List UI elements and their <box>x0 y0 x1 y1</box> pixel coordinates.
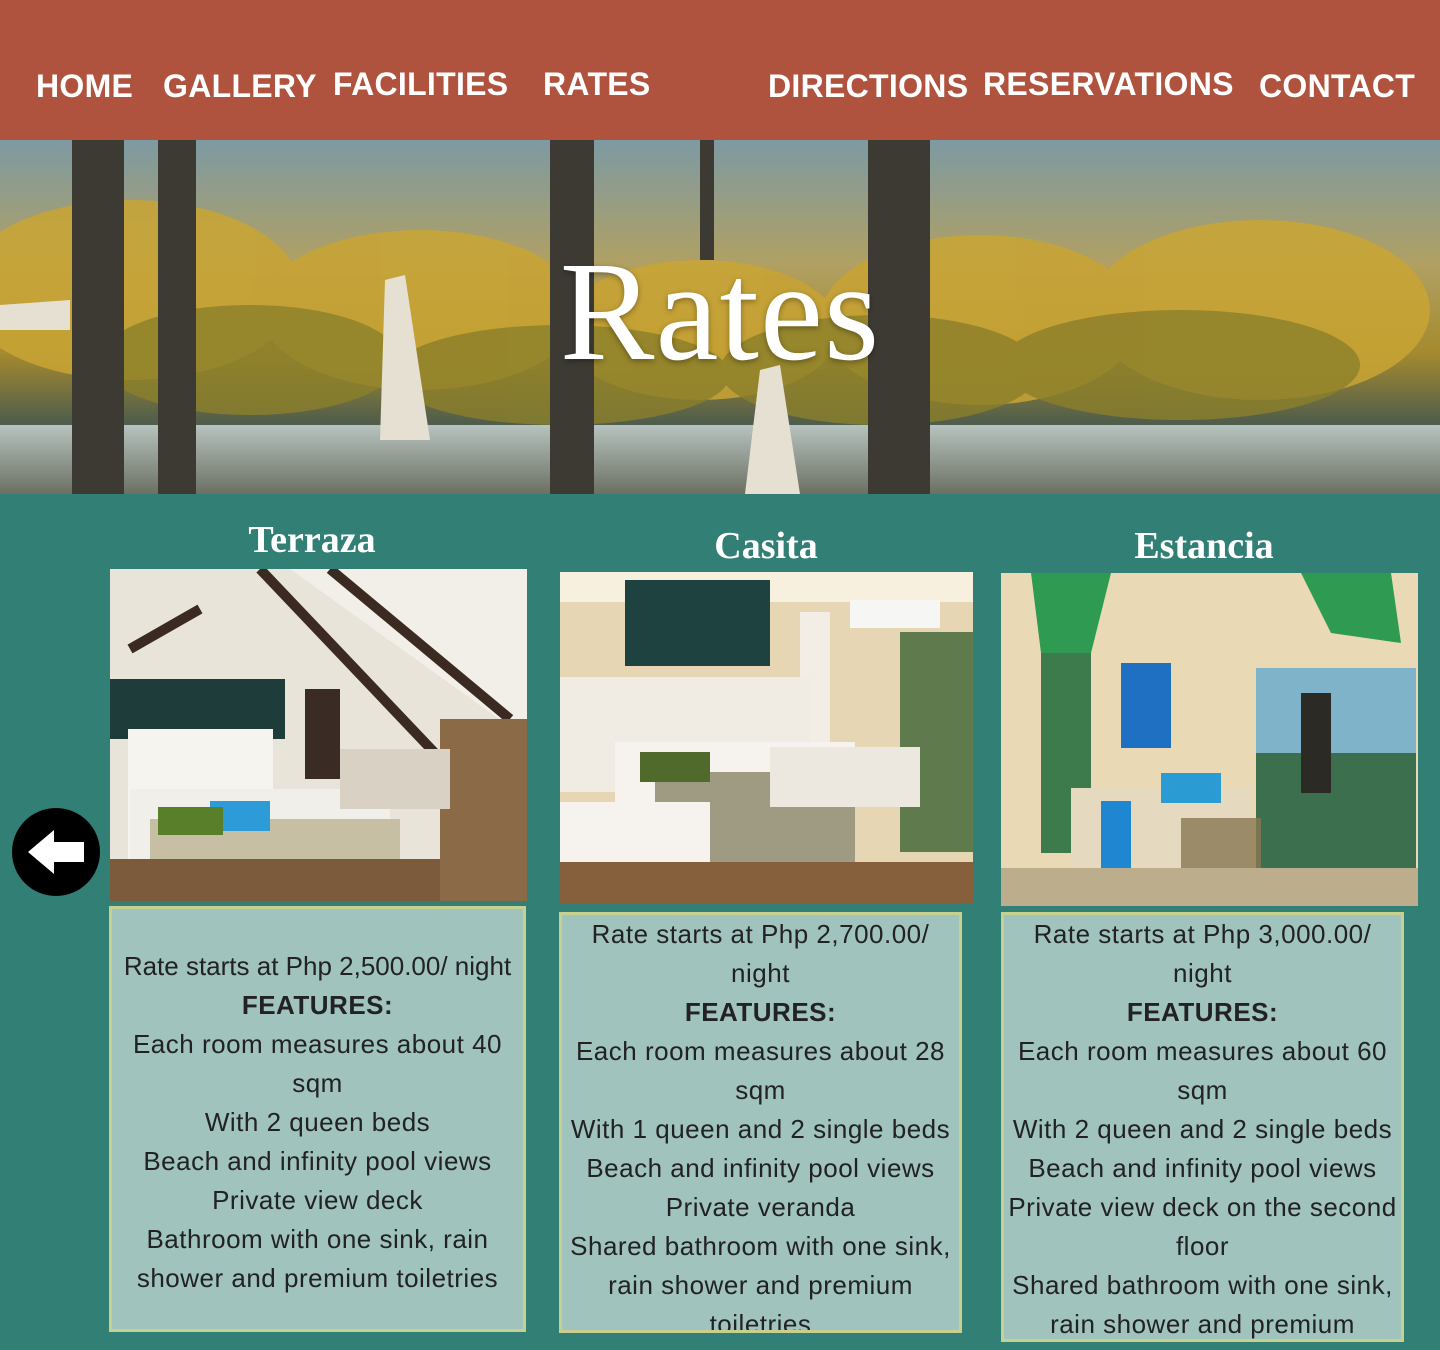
arrow-left-icon <box>28 830 84 874</box>
room-photo-estancia[interactable] <box>1001 573 1418 906</box>
carousel-prev-button[interactable] <box>12 808 100 896</box>
feature-item: Private veranda <box>665 1192 856 1222</box>
feature-item: Bathroom with one sink, rain shower and … <box>136 1224 499 1293</box>
rate-text: Rate starts at Php 2,700.00/ night <box>591 919 930 988</box>
room-photo-casita[interactable] <box>560 572 973 903</box>
room-photo-terraza[interactable] <box>110 569 527 901</box>
feature-item: With 2 queen and 2 single beds <box>1012 1114 1393 1144</box>
nav-facilities[interactable]: FACILITIES <box>333 66 508 103</box>
feature-item: Beach and infinity pool views <box>1028 1153 1377 1183</box>
nav-reservations[interactable]: RESERVATIONS <box>983 66 1234 103</box>
feature-item: Each room measures about 28 sqm <box>575 1036 946 1105</box>
feature-item: With 1 queen and 2 single beds <box>570 1114 951 1144</box>
features-heading: FEATURES: <box>241 990 394 1020</box>
nav-contact[interactable]: CONTACT <box>1259 68 1415 105</box>
feature-item: Private view deck <box>212 1185 423 1215</box>
feature-item: With 2 queen beds <box>204 1107 431 1137</box>
rate-text: Rate starts at Php 3,000.00/ night <box>1033 919 1372 988</box>
features-heading: FEATURES: <box>684 997 837 1027</box>
feature-item: Shared bathroom with one sink, rain show… <box>1012 1270 1393 1339</box>
feature-item: Beach and infinity pool views <box>586 1153 935 1183</box>
hero-banner: Rates <box>0 140 1440 494</box>
features-heading: FEATURES: <box>1126 997 1279 1027</box>
room-info-estancia: Rate starts at Php 3,000.00/ night FEATU… <box>1001 912 1404 1342</box>
feature-item: Private view deck on the second floor <box>1008 1192 1397 1261</box>
nav-home[interactable]: HOME <box>36 68 133 105</box>
rate-text: Rate starts at Php 2,500.00/ night <box>123 951 512 981</box>
page-title: Rates <box>559 232 881 390</box>
nav-rates[interactable]: RATES <box>543 66 651 103</box>
nav-directions[interactable]: DIRECTIONS <box>768 68 968 105</box>
feature-item: Beach and infinity pool views <box>143 1146 492 1176</box>
room-info-casita: Rate starts at Php 2,700.00/ night FEATU… <box>559 912 962 1333</box>
feature-item: Each room measures about 60 sqm <box>1017 1036 1388 1105</box>
room-info-terraza: Rate starts at Php 2,500.00/ night FEATU… <box>109 906 526 1332</box>
room-title-casita: Casita <box>714 525 818 567</box>
top-nav: HOME GALLERY FACILITIES RATES DIRECTIONS… <box>0 0 1440 140</box>
feature-item: Each room measures about 40 sqm <box>132 1029 503 1098</box>
room-title-estancia: Estancia <box>1134 525 1274 567</box>
nav-gallery[interactable]: GALLERY <box>163 68 317 105</box>
feature-item: Shared bathroom with one sink, rain show… <box>570 1231 951 1333</box>
room-title-terraza: Terraza <box>248 519 376 561</box>
